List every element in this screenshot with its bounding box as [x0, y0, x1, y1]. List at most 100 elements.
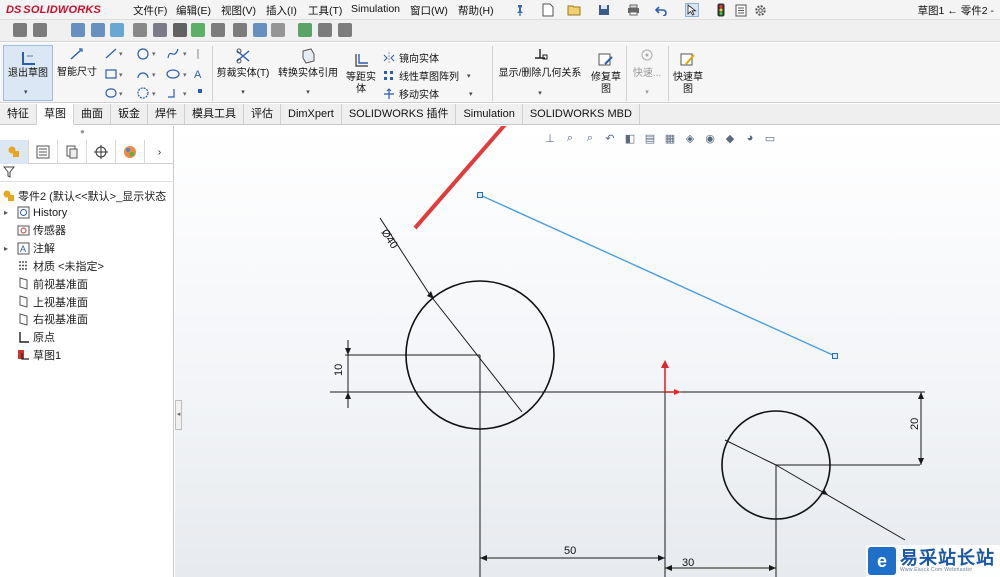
- menu-item[interactable]: 插入(I): [266, 3, 297, 18]
- file-properties-icon[interactable]: [734, 3, 748, 17]
- tree-item[interactable]: ▸ A 注解: [0, 240, 174, 257]
- menu-item[interactable]: 窗口(W): [410, 3, 448, 18]
- tree-item[interactable]: 草图1: [0, 346, 174, 363]
- ruler-icon[interactable]: [233, 23, 247, 37]
- trim-entities-button[interactable]: 剪裁实体(T) ▾: [214, 48, 272, 99]
- section-view-icon[interactable]: ◧: [623, 131, 637, 145]
- tab-9[interactable]: Simulation: [456, 104, 523, 125]
- menu-item[interactable]: 文件(F): [133, 3, 167, 18]
- tree-item[interactable]: 前视基准面: [0, 275, 174, 292]
- display-manager-tab-icon[interactable]: [116, 140, 145, 164]
- tab-3[interactable]: 钣金: [111, 104, 148, 125]
- previous-view-icon[interactable]: ↶: [603, 131, 617, 145]
- sketch-origin-icon[interactable]: [13, 23, 27, 37]
- tab-7[interactable]: DimXpert: [281, 104, 342, 125]
- zoom-to-fit-icon[interactable]: ⌕: [563, 131, 577, 145]
- trim-dropdown-icon[interactable]: ▾: [214, 87, 272, 99]
- repair-sketch-button[interactable]: 修复草图: [588, 52, 624, 96]
- tab-6[interactable]: 评估: [244, 104, 281, 125]
- dimxpert-manager-tab-icon[interactable]: [87, 140, 116, 164]
- edit-appearance-icon[interactable]: ◆: [723, 131, 737, 145]
- tree-root-item[interactable]: 零件2 (默认<<默认>_显示状态: [0, 187, 174, 204]
- mirror-entities-button[interactable]: 镜向实体: [383, 50, 439, 65]
- undo-icon[interactable]: [654, 3, 668, 17]
- cube-icon[interactable]: [153, 23, 167, 37]
- dynamic-annotation-icon[interactable]: ▤: [643, 131, 657, 145]
- convert-dropdown-icon[interactable]: ▾: [273, 87, 343, 99]
- tree-item[interactable]: ▸ History: [0, 204, 174, 221]
- rapid-sketch-button[interactable]: 快速草图: [670, 52, 706, 96]
- quick-snaps-button[interactable]: 快速... ▾: [628, 48, 666, 99]
- comb-icon[interactable]: [211, 23, 225, 37]
- panel-grip-icon[interactable]: ●: [80, 127, 85, 136]
- menu-item[interactable]: 编辑(E): [176, 3, 211, 18]
- panel-more-chevron-icon[interactable]: ›: [145, 140, 174, 164]
- table-icon[interactable]: [338, 23, 352, 37]
- dimension-50[interactable]: 50: [564, 545, 576, 557]
- menu-item[interactable]: Simulation: [351, 3, 400, 15]
- exit-sketch-button[interactable]: 退出草图 ▾: [3, 45, 53, 101]
- dimension-10[interactable]: 10: [333, 364, 345, 376]
- sketch-plane-icon[interactable]: [33, 23, 47, 37]
- menu-item[interactable]: 工具(T): [308, 3, 342, 18]
- new-document-icon[interactable]: [541, 3, 555, 17]
- select-cursor-icon[interactable]: [685, 3, 699, 17]
- settings-icon[interactable]: [133, 23, 147, 37]
- convert-entities-button[interactable]: 转换实体引用 ▾: [273, 48, 343, 99]
- dimension-30[interactable]: 30: [682, 557, 694, 569]
- display-style-icon[interactable]: ◈: [683, 131, 697, 145]
- offset-entities-button[interactable]: 等距实体: [344, 52, 378, 96]
- tab-2[interactable]: 曲面: [74, 104, 111, 125]
- tree-item[interactable]: 材质 <未指定>: [0, 257, 174, 274]
- pin-icon[interactable]: [513, 3, 527, 17]
- menu-item[interactable]: 帮助(H): [458, 3, 494, 18]
- filter-icon[interactable]: [2, 166, 16, 181]
- hide-show-items-icon[interactable]: ◉: [703, 131, 717, 145]
- view-settings-icon[interactable]: ▦: [663, 131, 677, 145]
- menu-item[interactable]: 视图(V): [221, 3, 256, 18]
- exit-sketch-dropdown-icon[interactable]: ▾: [24, 88, 28, 96]
- move-dropdown-icon[interactable]: ▾: [469, 90, 473, 98]
- tag-icon[interactable]: [271, 23, 285, 37]
- screen-capture-icon[interactable]: [91, 23, 105, 37]
- print-icon[interactable]: [626, 3, 640, 17]
- tree-item[interactable]: 上视基准面: [0, 293, 174, 310]
- zoom-to-area-icon[interactable]: ⌕: [583, 131, 597, 145]
- apply-scene-icon[interactable]: ◕: [743, 131, 757, 145]
- search-icon[interactable]: [253, 23, 267, 37]
- show-delete-relations-button[interactable]: 显示/删除几何关系 ▾: [494, 48, 586, 100]
- quick-snaps-dropdown-icon[interactable]: ▾: [628, 87, 666, 99]
- save-icon[interactable]: [597, 3, 611, 17]
- tree-item[interactable]: 传感器: [0, 222, 174, 239]
- smart-dimension-button[interactable]: 智能尺寸: [55, 47, 99, 79]
- tab-1[interactable]: 草图: [37, 104, 74, 125]
- globe-icon[interactable]: [110, 23, 124, 37]
- tab-10[interactable]: SOLIDWORKS MBD: [523, 104, 640, 125]
- tab-4[interactable]: 焊件: [148, 104, 185, 125]
- feature-manager-tab-icon[interactable]: [0, 140, 29, 164]
- linear-pattern-dropdown-icon[interactable]: ▾: [467, 72, 471, 80]
- expand-arrow-icon[interactable]: ▸: [0, 244, 12, 253]
- tree-item[interactable]: 右视基准面: [0, 311, 174, 328]
- tree-item[interactable]: 原点: [0, 329, 174, 346]
- cup-icon[interactable]: [173, 23, 187, 37]
- view-orientation-icon[interactable]: ⊥: [543, 131, 557, 145]
- line-endpoint-handle[interactable]: [832, 353, 838, 359]
- tab-0[interactable]: 特征: [0, 104, 37, 125]
- property-manager-tab-icon[interactable]: [29, 140, 58, 164]
- tab-5[interactable]: 模具工具: [185, 104, 244, 125]
- move-entities-button[interactable]: 移动实体 ▾: [383, 86, 473, 101]
- chart-icon[interactable]: [318, 23, 332, 37]
- map-pin-icon[interactable]: [191, 23, 205, 37]
- open-icon[interactable]: [567, 3, 581, 17]
- traffic-light-icon[interactable]: [714, 3, 728, 17]
- line-endpoint-handle[interactable]: [477, 192, 483, 198]
- expand-arrow-icon[interactable]: ▸: [0, 208, 12, 217]
- origin-marker-icon[interactable]: [661, 360, 681, 395]
- sketch-canvas[interactable]: Ø40 10 20 50 30: [175, 126, 1000, 577]
- selected-sketch-line[interactable]: [479, 194, 836, 357]
- linear-pattern-button[interactable]: 线性草图阵列 ▾: [383, 68, 471, 83]
- options-gear-icon[interactable]: [753, 3, 767, 17]
- tab-8[interactable]: SOLIDWORKS 插件: [342, 104, 457, 125]
- panel-splitter-handle[interactable]: ◂: [175, 400, 182, 430]
